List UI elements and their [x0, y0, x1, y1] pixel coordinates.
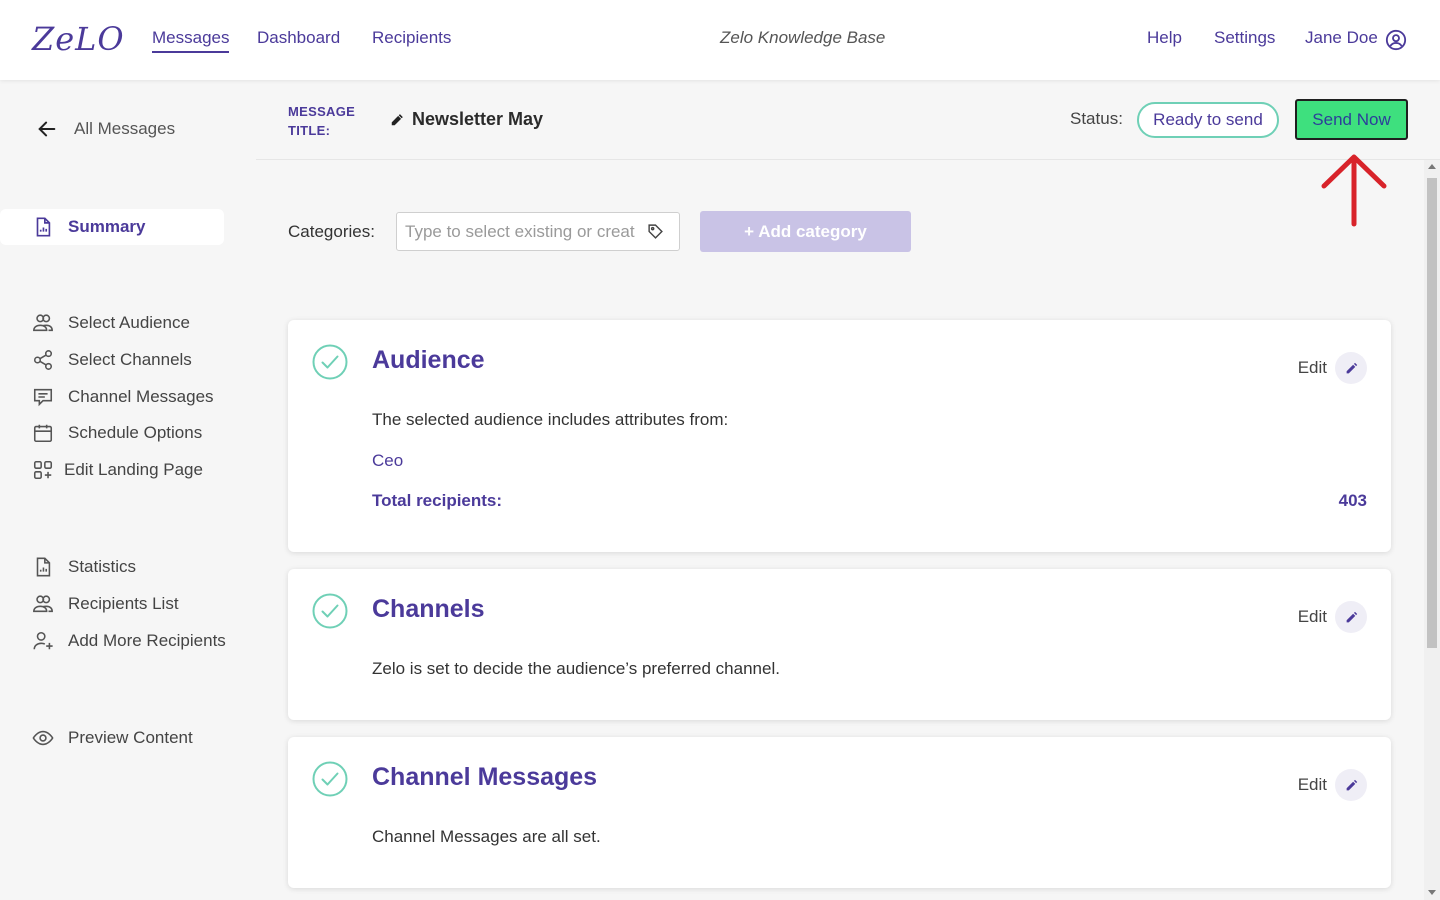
sidebar-item-select-channels[interactable]: Select Channels [32, 349, 192, 371]
nav-recipients[interactable]: Recipients [372, 28, 451, 48]
calendar-icon [33, 424, 53, 443]
sidebar-item-label: Statistics [68, 557, 137, 576]
sidebar-item-preview-content[interactable]: Preview Content [32, 727, 193, 749]
sidebar-item-label: Preview Content [68, 728, 193, 747]
message-title-label: MESSAGE TITLE: [288, 102, 355, 140]
sidebar-item-add-more-recipients[interactable]: Add More Recipients [32, 630, 226, 652]
share-nodes-icon [33, 350, 53, 370]
check-circle-icon [312, 344, 348, 380]
audience-edit-button[interactable]: Edit [1298, 352, 1367, 384]
edit-label: Edit [1297, 775, 1327, 794]
eye-icon [32, 730, 54, 746]
message-bubble-icon [33, 388, 53, 407]
report-document-icon [36, 217, 51, 237]
channels-description: Zelo is set to decide the audience’s pre… [372, 659, 780, 678]
status-badge: Ready to send [1137, 102, 1279, 138]
sidebar-item-schedule-options[interactable]: Schedule Options [32, 422, 202, 444]
sidebar-item-recipients-list[interactable]: Recipients List [32, 593, 179, 615]
sidebar-item-select-audience[interactable]: Select Audience [32, 312, 190, 334]
annotation-arrow-up-icon [1321, 154, 1387, 227]
sidebar-item-label: Channel Messages [68, 387, 214, 406]
title-label-line2: TITLE: [288, 123, 331, 138]
edit-label: Edit [1297, 607, 1327, 626]
nav-settings[interactable]: Settings [1214, 28, 1275, 48]
sidebar-item-channel-messages[interactable]: Channel Messages [32, 386, 214, 408]
channels-edit-button[interactable]: Edit [1298, 601, 1367, 633]
user-account-icon[interactable] [1385, 29, 1407, 51]
message-title-text: Newsletter May [412, 109, 544, 129]
edit-pencil-icon [1335, 352, 1367, 384]
channel-messages-title: Channel Messages [372, 763, 598, 791]
top-navigation-bar: ZeLO Messages Dashboard Recipients Zelo … [0, 0, 1440, 80]
arrow-left-icon [38, 121, 56, 137]
channel-messages-card: Channel Messages Edit Channel Messages a… [288, 737, 1391, 888]
audience-card: Audience Edit The selected audience incl… [288, 320, 1391, 552]
add-category-button[interactable]: + Add category [700, 211, 911, 252]
audience-attribute: Ceo [372, 451, 404, 470]
channel-messages-edit-button[interactable]: Edit [1298, 769, 1367, 801]
nav-messages[interactable]: Messages [152, 28, 230, 53]
categories-label: Categories: [288, 222, 375, 241]
vertical-scrollbar[interactable] [1424, 160, 1440, 900]
check-circle-icon [312, 593, 348, 629]
send-now-button[interactable]: Send Now [1295, 99, 1408, 140]
scroll-down-arrow-icon[interactable] [1428, 890, 1436, 895]
sidebar-item-label: Add More Recipients [68, 631, 226, 650]
scroll-up-arrow-icon[interactable] [1428, 164, 1436, 169]
sidebar-item-label: Edit Landing Page [64, 460, 203, 479]
tag-icon [648, 224, 663, 239]
sidebar-item-label: Select Audience [68, 313, 190, 332]
message-header: MESSAGE TITLE: Newsletter May Status: Re… [256, 80, 1440, 160]
audience-description: The selected audience includes attribute… [372, 410, 729, 429]
audience-title: Audience [372, 346, 485, 374]
channels-title: Channels [372, 595, 485, 623]
title-label-line1: MESSAGE [288, 104, 356, 119]
statistics-document-icon [36, 557, 51, 577]
sidebar-item-summary[interactable]: Summary [0, 209, 224, 245]
total-recipients-label: Total recipients: [372, 491, 503, 510]
check-circle-icon [312, 761, 348, 797]
nav-dashboard[interactable]: Dashboard [257, 28, 340, 48]
users-group-icon [33, 595, 53, 613]
pencil-icon [391, 113, 403, 125]
sidebar-item-label: Summary [68, 217, 146, 236]
sidebar-item-label: Schedule Options [68, 423, 203, 442]
status-label: Status: [1070, 109, 1123, 128]
sidebar: All Messages Summary Select Audience Sel… [0, 80, 256, 900]
sidebar-item-label: Recipients List [68, 594, 179, 613]
grid-add-icon [33, 460, 53, 480]
back-all-messages-link[interactable]: All Messages [36, 118, 175, 140]
sidebar-item-edit-landing-page[interactable]: Edit Landing Page [32, 459, 203, 481]
users-group-icon [33, 314, 53, 332]
categories-input[interactable] [396, 212, 680, 251]
sidebar-item-label: Select Channels [68, 350, 192, 369]
zelo-logo[interactable]: ZeLO [32, 20, 125, 58]
sidebar-item-statistics[interactable]: Statistics [32, 556, 136, 578]
user-add-icon [33, 631, 53, 650]
total-recipients-value: 403 [1338, 491, 1367, 510]
message-title[interactable]: Newsletter May [390, 109, 543, 130]
edit-label: Edit [1297, 358, 1327, 377]
nav-help[interactable]: Help [1147, 28, 1182, 48]
edit-pencil-icon [1335, 601, 1367, 633]
edit-pencil-icon [1335, 769, 1367, 801]
user-name[interactable]: Jane Doe [1305, 28, 1378, 48]
channels-card: Channels Edit Zelo is set to decide the … [288, 569, 1391, 720]
knowledge-base-link[interactable]: Zelo Knowledge Base [720, 28, 885, 48]
back-link-label: All Messages [74, 119, 176, 138]
channel-messages-description: Channel Messages are all set. [372, 827, 601, 846]
scrollbar-thumb[interactable] [1427, 178, 1437, 648]
